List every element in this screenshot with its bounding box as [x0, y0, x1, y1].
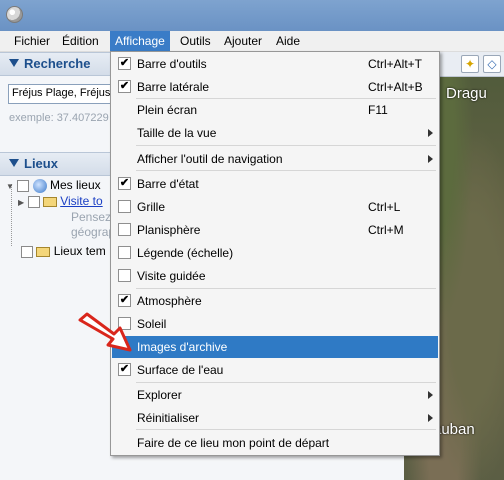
- menu-item-visite-guidee[interactable]: Visite guidée: [112, 265, 438, 287]
- menu-bar: Fichier Édition Affichage Outils Ajouter…: [0, 31, 504, 52]
- check-icon: ✔: [118, 57, 131, 70]
- menu-item-taille-vue[interactable]: Taille de la vue: [112, 122, 438, 144]
- checkbox-empty-icon: [118, 200, 131, 213]
- check-icon: ✔: [118, 80, 131, 93]
- menu-ajouter[interactable]: Ajouter: [219, 31, 267, 51]
- tree-checkbox[interactable]: [27, 195, 40, 208]
- menu-affichage[interactable]: Affichage: [110, 31, 170, 51]
- tree-item-label: Mes lieux: [49, 178, 101, 192]
- menu-edition[interactable]: Édition: [57, 31, 104, 51]
- view-menu-dropdown: ✔ Barre d'outils Ctrl+Alt+T ✔ Barre laté…: [110, 51, 440, 456]
- check-icon: ✔: [118, 177, 131, 190]
- search-input[interactable]: Fréjus Plage, Fréjus: [8, 84, 118, 104]
- tree-expand-icon[interactable]: ▶: [18, 198, 24, 207]
- collapse-triangle-icon: [9, 59, 19, 67]
- menu-item-label: Faire de ce lieu mon point de départ: [137, 436, 330, 450]
- globe-icon: [32, 178, 47, 193]
- menu-item-label: Grille: [137, 200, 166, 214]
- menu-separator: [136, 382, 436, 383]
- menu-item-images-archive[interactable]: Images d'archive: [112, 336, 438, 358]
- checkbox-empty-icon: [118, 223, 131, 236]
- tree-item-link[interactable]: Visite to: [60, 194, 102, 208]
- menu-item-label: Planisphère: [137, 223, 201, 237]
- menu-item-label: Explorer: [137, 388, 182, 402]
- map-place-label: Dragu: [446, 85, 487, 102]
- menu-item-label: Taille de la vue: [137, 126, 217, 140]
- menu-item-label: Légende (échelle): [137, 246, 234, 260]
- tree-item-description: géograp: [71, 225, 116, 239]
- submenu-arrow-icon: [428, 129, 433, 137]
- checkbox-empty-icon: [118, 246, 131, 259]
- menu-item-grille[interactable]: Grille Ctrl+L: [112, 196, 438, 218]
- folder-icon: [36, 246, 51, 257]
- submenu-arrow-icon: [428, 391, 433, 399]
- placemark-star-icon[interactable]: ✦: [461, 55, 479, 73]
- submenu-arrow-icon: [428, 155, 433, 163]
- tree-checkbox[interactable]: [21, 245, 33, 258]
- menu-item-barre-laterale[interactable]: ✔ Barre latérale Ctrl+Alt+B: [112, 76, 438, 98]
- google-earth-app-icon[interactable]: [6, 6, 23, 23]
- window-title-bar: [0, 0, 504, 31]
- menu-item-barre-outils[interactable]: ✔ Barre d'outils Ctrl+Alt+T: [112, 53, 438, 75]
- menu-aide[interactable]: Aide: [271, 31, 305, 51]
- menu-item-label: Images d'archive: [137, 340, 228, 354]
- tree-item-tour[interactable]: ▶ Visite to: [18, 194, 103, 208]
- menu-item-label: Plein écran: [137, 103, 198, 117]
- tree-item-label: Lieux tem: [53, 244, 106, 258]
- menu-item-atmosphere[interactable]: ✔ Atmosphère: [112, 290, 438, 312]
- menu-item-surface-eau[interactable]: ✔ Surface de l'eau: [112, 359, 438, 381]
- menu-item-planisphere[interactable]: Planisphère Ctrl+M: [112, 219, 438, 241]
- search-example-hint: exemple: 37.407229: [9, 112, 109, 124]
- places-panel-title: Lieux: [24, 156, 58, 171]
- menu-separator: [136, 429, 436, 430]
- menu-item-legende[interactable]: Légende (échelle): [112, 242, 438, 264]
- menu-item-label: Réinitialiser: [137, 411, 200, 425]
- menu-item-explorer[interactable]: Explorer: [112, 384, 438, 406]
- tree-expand-icon[interactable]: ▼: [6, 182, 14, 191]
- menu-item-shortcut: F11: [368, 103, 388, 117]
- menu-item-label: Barre d'état: [137, 177, 199, 191]
- menu-item-label: Barre d'outils: [137, 57, 207, 71]
- tree-item-temporary-places[interactable]: Lieux tem: [21, 244, 106, 258]
- check-icon: ✔: [118, 294, 131, 307]
- menu-item-point-depart[interactable]: Faire de ce lieu mon point de départ: [112, 432, 438, 454]
- menu-item-shortcut: Ctrl+M: [368, 223, 404, 237]
- polygon-tool-icon[interactable]: ◇: [483, 55, 501, 73]
- menu-fichier[interactable]: Fichier: [9, 31, 55, 51]
- collapse-triangle-icon: [9, 159, 19, 167]
- tree-checkbox[interactable]: [17, 179, 30, 192]
- menu-item-shortcut: Ctrl+Alt+T: [368, 57, 423, 71]
- search-panel-title: Recherche: [24, 56, 91, 71]
- menu-item-outil-navigation[interactable]: Afficher l'outil de navigation: [112, 148, 438, 170]
- menu-item-shortcut: Ctrl+L: [368, 200, 401, 214]
- menu-separator: [136, 288, 436, 289]
- menu-item-label: Surface de l'eau: [137, 363, 224, 377]
- menu-item-label: Afficher l'outil de navigation: [137, 152, 283, 166]
- menu-outils[interactable]: Outils: [175, 31, 216, 51]
- tree-item-my-places[interactable]: ▼ Mes lieux: [6, 178, 101, 193]
- menu-item-label: Barre latérale: [137, 80, 210, 94]
- menu-item-label: Atmosphère: [137, 294, 202, 308]
- menu-separator: [136, 145, 436, 146]
- menu-item-soleil[interactable]: Soleil: [112, 313, 438, 335]
- menu-item-shortcut: Ctrl+Alt+B: [368, 80, 423, 94]
- menu-item-plein-ecran[interactable]: Plein écran F11: [112, 99, 438, 121]
- folder-icon: [42, 196, 57, 207]
- tree-item-description: Pensez: [71, 210, 112, 224]
- menu-item-reinitialiser[interactable]: Réinitialiser: [112, 407, 438, 429]
- menu-separator: [136, 170, 436, 171]
- submenu-arrow-icon: [428, 414, 433, 422]
- menu-item-label: Soleil: [137, 317, 167, 331]
- annotation-arrow-icon: [78, 312, 132, 352]
- check-icon: ✔: [118, 363, 131, 376]
- menu-item-label: Visite guidée: [137, 269, 206, 283]
- menu-item-barre-etat[interactable]: ✔ Barre d'état: [112, 173, 438, 195]
- tree-connector: [11, 184, 12, 246]
- checkbox-empty-icon: [118, 269, 131, 282]
